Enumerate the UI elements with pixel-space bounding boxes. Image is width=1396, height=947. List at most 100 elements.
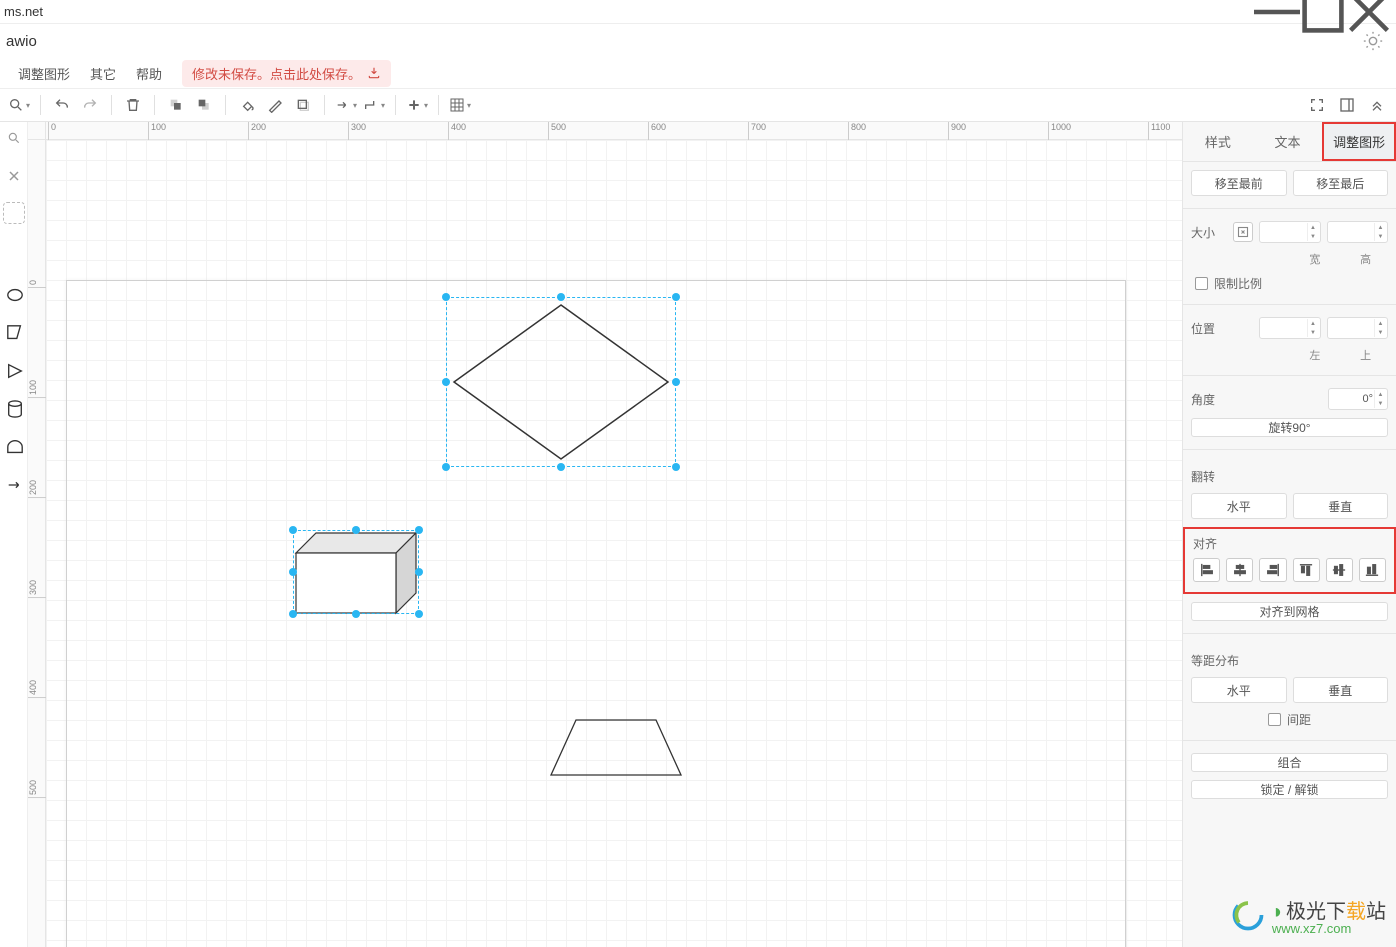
window-titlebar: ms.net — [0, 0, 1396, 24]
constrain-proportions-checkbox[interactable]: 限制比例 — [1191, 275, 1388, 292]
window-maximize[interactable] — [1300, 0, 1346, 24]
ruler-corner — [28, 122, 46, 140]
delete-button[interactable] — [120, 92, 146, 118]
search-icon — [7, 131, 21, 145]
align-left-button[interactable] — [1193, 558, 1220, 582]
menu-help[interactable]: 帮助 — [126, 60, 172, 87]
horizontal-ruler: 0 100 200 300 400 500 600 700 800 900 10… — [28, 122, 1182, 140]
sel-handle[interactable] — [289, 526, 297, 534]
selection-box-2 — [293, 530, 419, 614]
sel-handle[interactable] — [557, 463, 565, 471]
shape-rhombus-icon[interactable] — [6, 324, 24, 342]
sel-handle[interactable] — [442, 378, 450, 386]
sel-handle[interactable] — [442, 293, 450, 301]
flip-vertical-button[interactable]: 垂直 — [1293, 493, 1389, 519]
sel-handle[interactable] — [672, 293, 680, 301]
lock-unlock-button[interactable]: 锁定 / 解锁 — [1191, 780, 1388, 799]
to-front-button[interactable] — [163, 92, 189, 118]
angle-input[interactable]: 0°▲▼ — [1328, 388, 1388, 410]
format-tabs: 样式 文本 调整图形 — [1183, 122, 1396, 162]
table-button[interactable]: ▾ — [447, 92, 473, 118]
sel-handle[interactable] — [672, 463, 680, 471]
fill-color-button[interactable] — [234, 92, 260, 118]
zoom-button[interactable]: ▾ — [6, 92, 32, 118]
shape-cylinder-icon[interactable] — [6, 400, 24, 418]
sel-handle[interactable] — [352, 610, 360, 618]
sel-handle[interactable] — [442, 463, 450, 471]
shadow-button[interactable] — [290, 92, 316, 118]
drawing-canvas[interactable] — [46, 140, 1182, 947]
align-right-button[interactable] — [1259, 558, 1286, 582]
menu-other[interactable]: 其它 — [80, 60, 126, 87]
flip-section-label: 翻转 — [1191, 468, 1388, 485]
rotate-90-button[interactable]: 旋转90° — [1191, 418, 1388, 437]
arrange-panel: 移至最前 移至最后 大小 ▲▼ ▲▼ 宽高 限制比例 位置 ▲▼ ▲▼ — [1183, 162, 1396, 799]
sel-handle[interactable] — [415, 610, 423, 618]
fullscreen-button[interactable] — [1304, 92, 1330, 118]
sel-handle[interactable] — [352, 526, 360, 534]
sel-handle[interactable] — [415, 568, 423, 576]
window-close[interactable] — [1346, 0, 1392, 24]
top-input[interactable]: ▲▼ — [1327, 317, 1389, 339]
sel-handle[interactable] — [415, 526, 423, 534]
tab-arrange[interactable]: 调整图形 — [1322, 122, 1396, 161]
tab-text[interactable]: 文本 — [1253, 122, 1323, 161]
height-input[interactable]: ▲▼ — [1327, 221, 1389, 243]
shape-ellipse-icon[interactable] — [6, 286, 24, 304]
shape-trapezoid[interactable] — [546, 715, 686, 781]
autosize-button[interactable] — [1233, 222, 1253, 242]
unsaved-notice[interactable]: 修改未保存。点击此处保存。 — [182, 60, 391, 87]
shape-actor-icon[interactable] — [6, 438, 24, 456]
shape-line-icon[interactable] — [6, 476, 24, 494]
distribute-vertical-button[interactable]: 垂直 — [1293, 677, 1389, 703]
window-controls — [1254, 0, 1392, 24]
align-bottom-button[interactable] — [1359, 558, 1386, 582]
waypoints-button[interactable]: ▾ — [361, 92, 387, 118]
sel-handle[interactable] — [557, 293, 565, 301]
scratchpad-dropzone[interactable] — [3, 202, 25, 224]
watermark-line2: www.xz7.com — [1272, 922, 1386, 935]
width-input[interactable]: ▲▼ — [1259, 221, 1321, 243]
autosize-icon — [1237, 226, 1249, 238]
window-minimize[interactable] — [1254, 0, 1300, 24]
watermark-line1: 极光下载站 — [1272, 902, 1386, 922]
sel-handle[interactable] — [289, 568, 297, 576]
window-title: ms.net — [4, 4, 1254, 19]
align-center-v-button[interactable] — [1326, 558, 1353, 582]
insert-button[interactable]: ▾ — [404, 92, 430, 118]
align-center-h-button[interactable] — [1226, 558, 1253, 582]
watermark: 极光下载站 www.xz7.com — [1230, 897, 1386, 939]
close-sidebar-button[interactable] — [2, 164, 26, 188]
to-back-button[interactable] — [191, 92, 217, 118]
distribute-horizontal-button[interactable]: 水平 — [1191, 677, 1287, 703]
size-label: 大小 — [1191, 224, 1227, 241]
group-button[interactable]: 组合 — [1191, 753, 1388, 772]
connection-button[interactable]: ▾ — [333, 92, 359, 118]
flip-horizontal-button[interactable]: 水平 — [1191, 493, 1287, 519]
send-to-back-button[interactable]: 移至最后 — [1293, 170, 1389, 196]
distribute-spacing-checkbox[interactable]: 间距 — [1191, 711, 1388, 728]
shape-search[interactable] — [2, 126, 26, 150]
align-section-label: 对齐 — [1193, 535, 1386, 552]
align-section-highlighted: 对齐 — [1183, 527, 1396, 594]
menu-arrange[interactable]: 调整图形 — [8, 60, 80, 87]
position-label: 位置 — [1191, 320, 1227, 337]
tab-style[interactable]: 样式 — [1183, 122, 1253, 161]
canvas-area: 0 100 200 300 400 500 600 700 800 900 10… — [28, 122, 1182, 947]
bring-to-front-button[interactable]: 移至最前 — [1191, 170, 1287, 196]
line-color-button[interactable] — [262, 92, 288, 118]
format-panel-toggle[interactable] — [1334, 92, 1360, 118]
sel-handle[interactable] — [289, 610, 297, 618]
collapse-toolbar-button[interactable] — [1364, 92, 1390, 118]
snap-to-grid-button[interactable]: 对齐到网格 — [1191, 602, 1388, 621]
workspace: 0 100 200 300 400 500 600 700 800 900 10… — [0, 122, 1396, 947]
angle-label: 角度 — [1191, 391, 1227, 408]
menu-bar: 调整图形 其它 帮助 修改未保存。点击此处保存。 — [0, 58, 1396, 88]
left-input[interactable]: ▲▼ — [1259, 317, 1321, 339]
align-top-button[interactable] — [1293, 558, 1320, 582]
theme-toggle-icon[interactable] — [1362, 30, 1384, 52]
shape-triangle-icon[interactable] — [6, 362, 24, 380]
redo-button[interactable] — [77, 92, 103, 118]
sel-handle[interactable] — [672, 378, 680, 386]
undo-button[interactable] — [49, 92, 75, 118]
